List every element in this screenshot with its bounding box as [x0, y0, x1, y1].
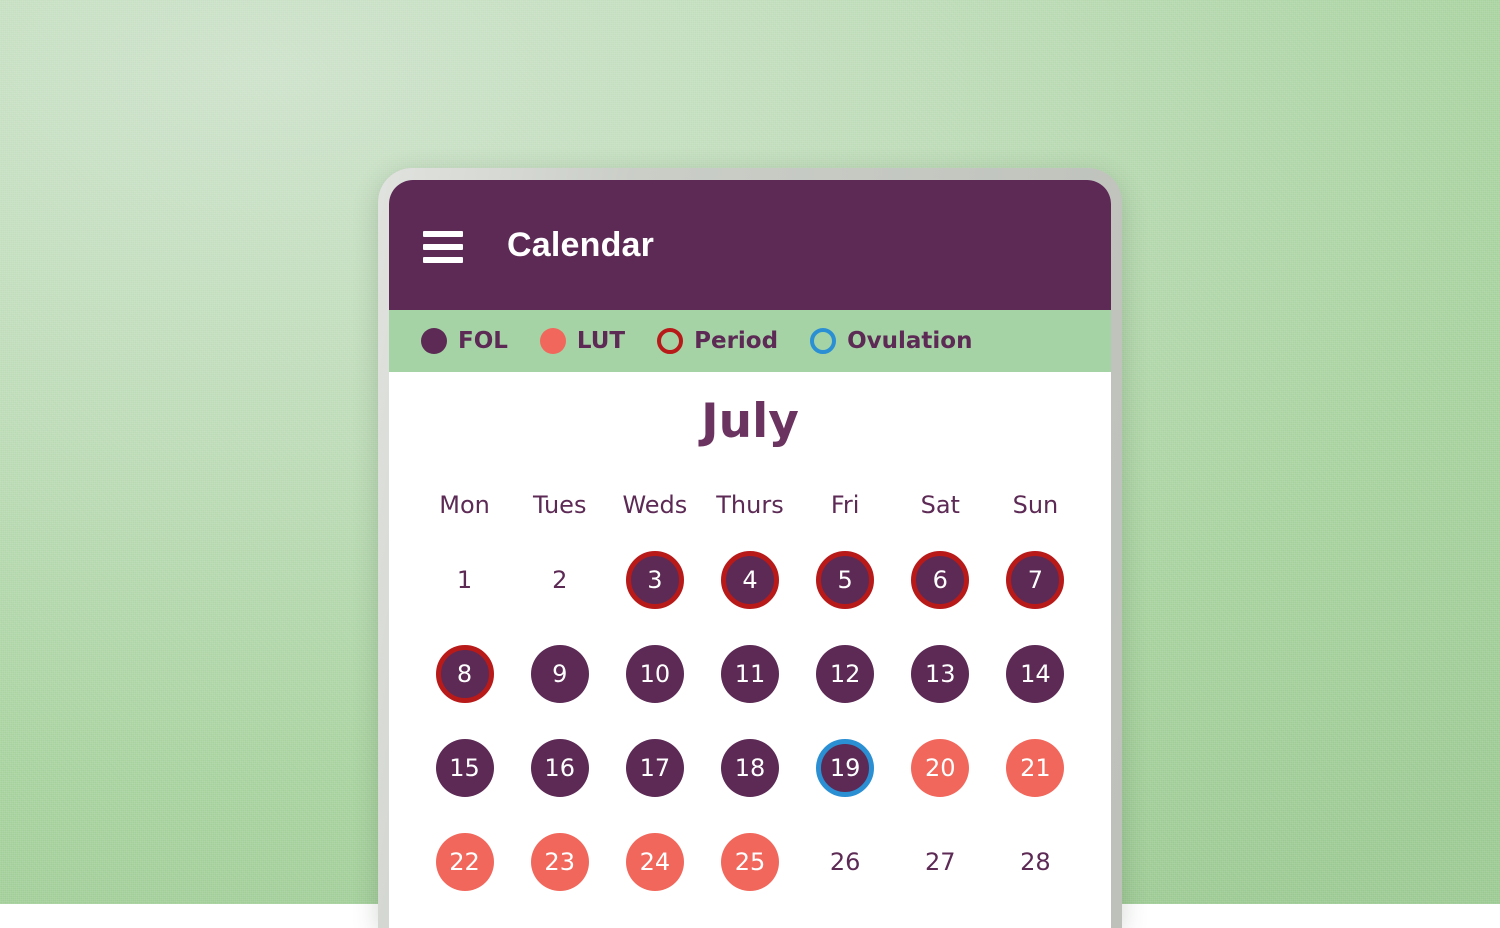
calendar-day-11[interactable]: 11: [720, 645, 779, 703]
calendar-day-14[interactable]: 14: [1006, 645, 1065, 703]
legend-label: Ovulation: [847, 328, 973, 354]
menu-bar-middle: [423, 244, 463, 250]
calendar-day-25[interactable]: 25: [720, 833, 779, 891]
legend-item-period[interactable]: Period: [657, 328, 778, 354]
ring-circle-icon: [810, 328, 837, 354]
day-cell: 23: [512, 833, 607, 891]
day-cell: 1: [417, 551, 512, 609]
legend-label: FOL: [458, 328, 508, 354]
phone-device-frame: Calendar FOL LUT Period Ovulation July Mon T…: [378, 168, 1122, 928]
day-cell: 24: [607, 833, 702, 891]
day-cell: 3: [607, 551, 702, 609]
calendar-day-6[interactable]: 6: [911, 551, 970, 609]
day-cell: 12: [798, 645, 893, 703]
weekday-header-fri: Fri: [830, 491, 860, 519]
day-cell: 27: [893, 833, 988, 891]
calendar-day-13[interactable]: 13: [911, 645, 970, 703]
calendar-day-1[interactable]: 1: [436, 551, 494, 609]
legend-item-lut[interactable]: LUT: [539, 328, 626, 354]
calendar-week-row: 22 23 24 25 26 27 28: [417, 833, 1083, 891]
day-cell: 26: [798, 833, 893, 891]
day-cell: 7: [988, 551, 1083, 609]
legend-label: LUT: [576, 328, 626, 354]
calendar-day-21[interactable]: 21: [1006, 739, 1065, 797]
calendar-day-19[interactable]: 19: [816, 739, 875, 797]
day-cell: 4: [702, 551, 797, 609]
calendar-day-7[interactable]: 7: [1006, 551, 1065, 609]
app-bar: Calendar: [389, 180, 1111, 310]
calendar-day-3[interactable]: 3: [625, 551, 684, 609]
day-cell: 11: [702, 645, 797, 703]
calendar-day-12[interactable]: 12: [816, 645, 875, 703]
day-cell: 28: [988, 833, 1083, 891]
page-title: Calendar: [507, 225, 655, 264]
legend-bar: FOL LUT Period Ovulation: [389, 310, 1111, 372]
weekday-header-row: Mon Tues Weds Thurs Fri Sat Sun: [389, 491, 1111, 519]
weekday-header-mon: Mon: [439, 491, 490, 519]
day-cell: 20: [893, 739, 988, 797]
calendar-day-17[interactable]: 17: [625, 739, 684, 797]
calendar-day-2[interactable]: 2: [531, 551, 589, 609]
day-cell: 14: [988, 645, 1083, 703]
calendar-day-10[interactable]: 10: [625, 645, 684, 703]
day-cell: 8: [417, 645, 512, 703]
calendar-day-28[interactable]: 28: [1006, 833, 1064, 891]
weekday-header-weds: Weds: [622, 491, 688, 519]
filled-circle-icon: [421, 328, 447, 354]
calendar-week-row: 1234567: [417, 551, 1083, 609]
calendar-day-24[interactable]: 24: [625, 833, 684, 891]
day-cell: 6: [893, 551, 988, 609]
weekday-header-tues: Tues: [532, 491, 587, 519]
calendar-day-9[interactable]: 9: [530, 645, 589, 703]
day-cell: 21: [988, 739, 1083, 797]
hamburger-menu-icon[interactable]: [423, 231, 463, 263]
legend-item-fol[interactable]: FOL: [421, 328, 508, 354]
calendar-day-16[interactable]: 16: [530, 739, 589, 797]
day-cell: 13: [893, 645, 988, 703]
calendar-day-5[interactable]: 5: [816, 551, 875, 609]
day-cell: 17: [607, 739, 702, 797]
weekday-header-thurs: Thurs: [716, 491, 784, 519]
day-cell: 5: [798, 551, 893, 609]
calendar-body: July Mon Tues Weds Thurs Fri Sat Sun 123456789…: [389, 372, 1111, 891]
day-cell: 22: [417, 833, 512, 891]
calendar-day-15[interactable]: 15: [435, 739, 494, 797]
calendar-day-4[interactable]: 4: [720, 551, 779, 609]
day-cell: 2: [512, 551, 607, 609]
day-cell: 15: [417, 739, 512, 797]
calendar-day-18[interactable]: 18: [720, 739, 779, 797]
phone-screen: Calendar FOL LUT Period Ovulation July Mon T…: [389, 180, 1111, 928]
day-cell: 18: [702, 739, 797, 797]
menu-bar-top: [423, 231, 463, 237]
calendar-day-20[interactable]: 20: [911, 739, 970, 797]
legend-label: Period: [694, 328, 779, 354]
weekday-header-sat: Sat: [920, 491, 960, 519]
calendar-week-row: 15 16 17 18 19 20 21: [417, 739, 1083, 797]
day-cell: 16: [512, 739, 607, 797]
calendar-day-26[interactable]: 26: [816, 833, 874, 891]
calendar-grid: 1 2 3 4 5 6 7 8 9 10 11 12 13 14 15 16 17 18 19 20 21 22 23 24 2…: [389, 551, 1111, 891]
legend-item-ovulation[interactable]: Ovulation: [810, 328, 972, 354]
calendar-day-22[interactable]: 22: [435, 833, 494, 891]
ring-circle-icon: [657, 328, 684, 354]
day-cell: 25: [702, 833, 797, 891]
day-cell: 10: [607, 645, 702, 703]
menu-bar-bottom: [423, 257, 463, 263]
calendar-day-23[interactable]: 23: [530, 833, 589, 891]
day-cell: 9: [512, 645, 607, 703]
calendar-day-8[interactable]: 8: [435, 645, 494, 703]
month-title: July: [701, 394, 799, 449]
day-cell: 19: [798, 739, 893, 797]
calendar-week-row: 8 9 10 11 12 13 14: [417, 645, 1083, 703]
calendar-day-27[interactable]: 27: [911, 833, 969, 891]
filled-circle-icon: [539, 328, 566, 354]
weekday-header-sun: Sun: [1012, 491, 1059, 519]
